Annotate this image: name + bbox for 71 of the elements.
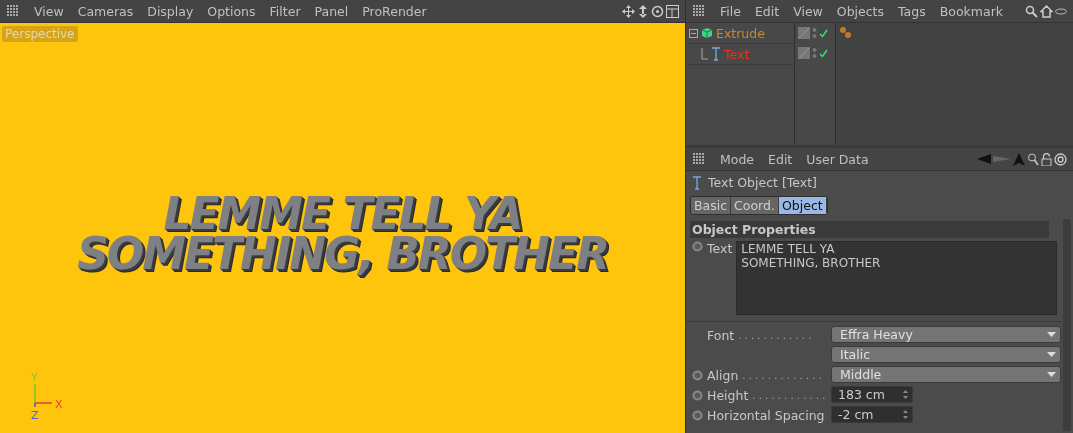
menu-item[interactable]: Tags	[898, 3, 926, 19]
menu-item[interactable]: Mode	[720, 151, 755, 167]
spinner-arrows-icon[interactable]	[903, 410, 908, 419]
animation-radio-icon[interactable]	[692, 369, 703, 381]
dropdown[interactable]: Effra Heavy	[831, 326, 1061, 343]
spinner-arrows-icon[interactable]	[903, 390, 908, 399]
tree-line	[701, 48, 708, 60]
field-label: Font	[707, 327, 735, 343]
visibility-dots-icon[interactable]	[812, 27, 817, 39]
menu-item[interactable]: ProRender	[362, 3, 427, 19]
grip-icon[interactable]	[692, 5, 706, 17]
dot-leader: . . . . . . . . . . . .	[752, 389, 826, 401]
object-title: Text Object [Text]	[708, 175, 817, 190]
animation-radio-icon[interactable]	[692, 389, 703, 401]
dropdown[interactable]: Middle	[831, 366, 1061, 383]
search-icon[interactable]	[1025, 4, 1038, 18]
check-icon[interactable]	[819, 48, 828, 58]
grip-icon[interactable]	[6, 5, 20, 17]
dropdown-arrow-icon	[1047, 372, 1056, 377]
move-icon[interactable]	[622, 4, 635, 18]
dropdown-arrow-icon	[1047, 332, 1056, 337]
dot-leader: . . . . . . . . . . . . .	[742, 369, 822, 381]
menu-item[interactable]: Options	[207, 3, 256, 19]
tab[interactable]: Coord.	[731, 197, 779, 214]
grip-icon[interactable]	[692, 153, 706, 165]
menu-item[interactable]: File	[720, 3, 741, 19]
search-icon[interactable]	[1027, 152, 1039, 166]
menu-item[interactable]: Edit	[754, 3, 780, 19]
collapse-icon[interactable]	[689, 28, 698, 38]
menu-item[interactable]: Objects	[836, 3, 885, 19]
menu-item[interactable]: View	[793, 3, 823, 19]
back-arrow-icon[interactable]	[977, 152, 1011, 165]
field-label: Horizontal Spacing	[707, 407, 825, 423]
menu-item[interactable]: Filter	[269, 3, 301, 19]
dropdown-arrow-icon	[1047, 352, 1056, 357]
tab[interactable]: Basic	[691, 197, 732, 214]
lock-icon[interactable]	[1041, 152, 1052, 166]
axis-gizmo-drawing: Y X Z	[26, 371, 70, 421]
section-header: Object Properties	[690, 221, 1049, 238]
text-t-icon	[711, 47, 721, 61]
menu-item[interactable]: Edit	[768, 151, 793, 167]
cube-icon	[701, 27, 713, 39]
animation-radio-icon[interactable]	[692, 241, 703, 252]
material-tag-icon[interactable]	[839, 26, 853, 40]
menu-item[interactable]: Cameras	[77, 3, 134, 19]
extruded-3d-text: LEMME TELL YA	[163, 194, 522, 234]
dropdown[interactable]: Italic	[831, 346, 1061, 363]
menu-item[interactable]: Display	[147, 3, 194, 19]
layout-icon[interactable]	[666, 4, 679, 18]
menu-item[interactable]: View	[34, 3, 64, 19]
menu-item[interactable]: User Data	[806, 151, 869, 167]
target-icon[interactable]	[1054, 152, 1067, 166]
tab[interactable]: Object	[778, 197, 827, 214]
vertical-arrows-icon[interactable]	[637, 4, 649, 18]
view-label: Perspective	[2, 26, 78, 42]
text-input-field[interactable]: LEMME TELL YA SOMETHING, BROTHER	[736, 241, 1057, 315]
dot-leader: . . . . . . . . . . . .	[738, 329, 812, 341]
field-label: Text	[707, 241, 733, 258]
animation-radio-icon[interactable]	[692, 409, 703, 421]
extruded-3d-text: SOMETHING, BROTHER	[77, 234, 608, 274]
number-field[interactable]: 183 cm	[831, 386, 913, 403]
menu-item[interactable]: Panel	[314, 3, 349, 19]
field-label: Align	[707, 367, 739, 383]
check-icon[interactable]	[819, 28, 828, 38]
object-name[interactable]: Extrude	[716, 25, 765, 41]
menu-item[interactable]: Bookmark	[939, 3, 1004, 19]
number-field[interactable]: -2 cm	[831, 406, 913, 423]
visibility-dots-icon[interactable]	[812, 47, 817, 59]
text-t-icon	[692, 175, 702, 190]
home-icon[interactable]	[1040, 4, 1053, 18]
field-label: Height	[707, 387, 749, 403]
